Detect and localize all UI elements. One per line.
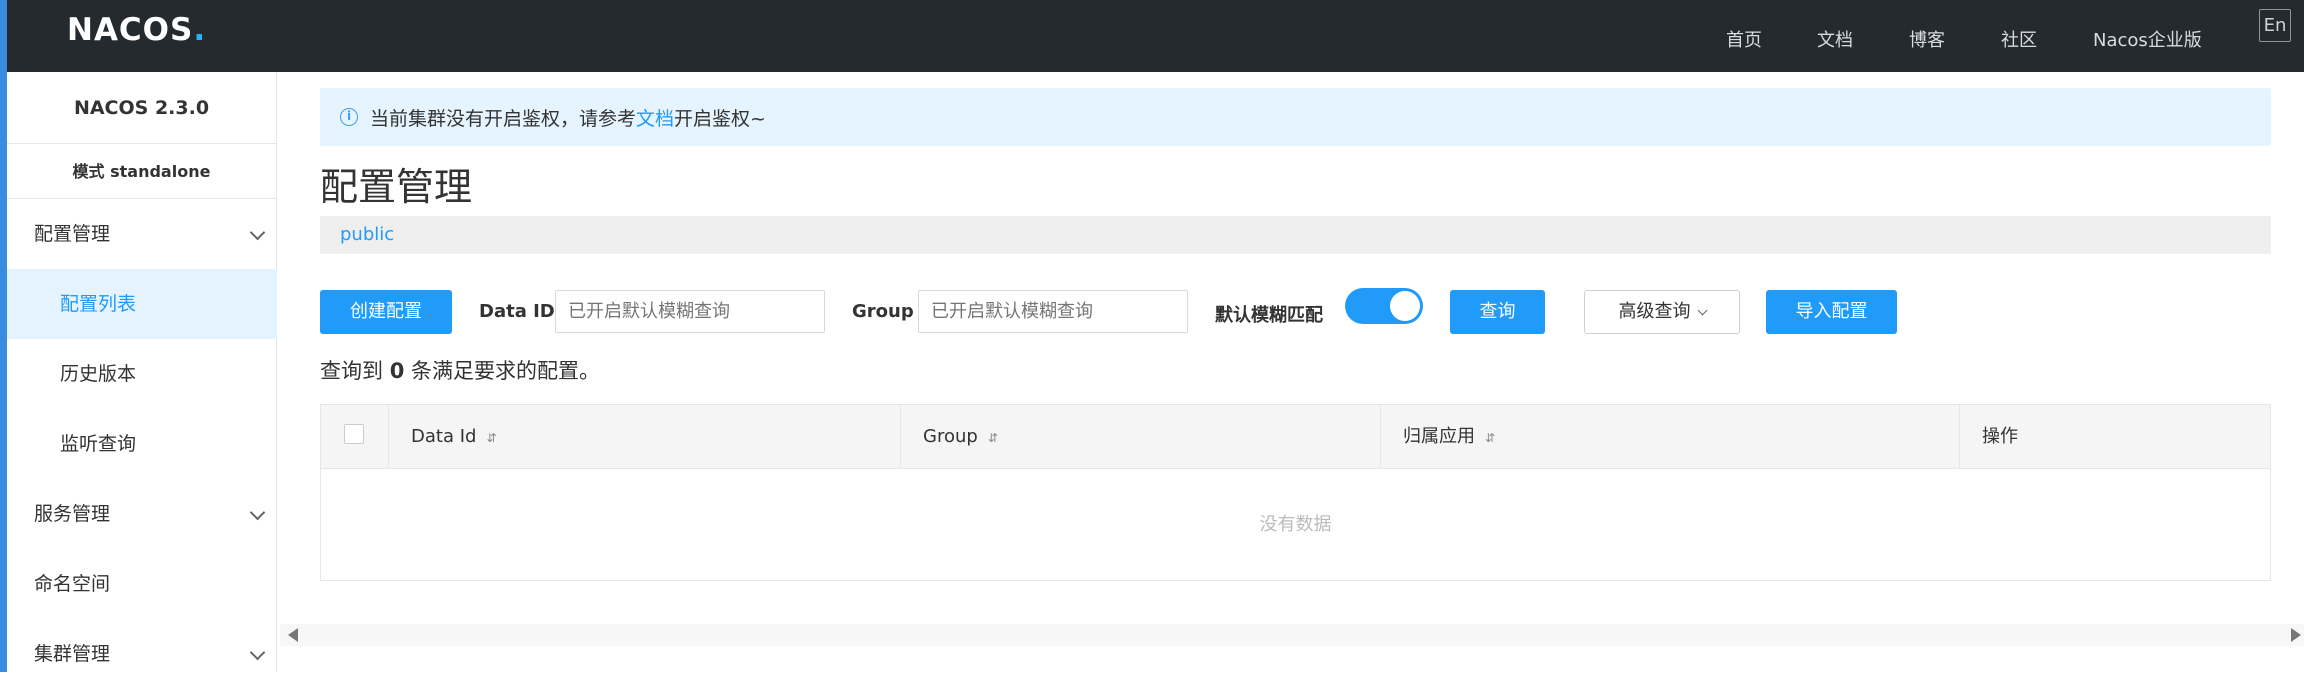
config-table: Data Id ⇵ Group ⇵ 归属应用 ⇵ 操作 没有数据 — [320, 404, 2271, 581]
nacos-logo[interactable]: NACOS. — [67, 12, 206, 48]
select-all-checkbox[interactable] — [344, 424, 364, 444]
query-button[interactable]: 查询 — [1450, 290, 1545, 334]
sidebar-item-label: 监听查询 — [60, 433, 137, 455]
notice-text: 当前集群没有开启鉴权，请参考文档开启鉴权~ — [370, 108, 766, 130]
column-data-id[interactable]: Data Id ⇵ — [389, 405, 901, 469]
fuzzy-match-label: 默认模糊匹配 — [1215, 305, 1323, 326]
namespace-public[interactable]: public — [340, 224, 394, 245]
nav-enterprise[interactable]: Nacos企业版 — [2093, 26, 2202, 52]
auth-notice: i 当前集群没有开启鉴权，请参考文档开启鉴权~ — [320, 88, 2271, 146]
sidebar-item-label: 服务管理 — [34, 503, 111, 525]
sidebar-item-label: 配置管理 — [34, 223, 111, 245]
import-config-button[interactable]: 导入配置 — [1766, 290, 1897, 334]
sidebar-item-label: 命名空间 — [34, 573, 111, 595]
table-header: Data Id ⇵ Group ⇵ 归属应用 ⇵ 操作 — [321, 405, 2270, 469]
sidebar-item-config-list[interactable]: 配置列表 — [7, 269, 277, 339]
sidebar-item-label: 配置列表 — [60, 293, 137, 315]
select-all-cell — [321, 405, 389, 469]
scroll-left-icon[interactable] — [288, 628, 298, 642]
nav-community[interactable]: 社区 — [2001, 26, 2037, 52]
group-input[interactable] — [918, 290, 1188, 333]
chevron-down-icon — [249, 504, 266, 521]
sort-icon[interactable]: ⇵ — [1485, 431, 1495, 445]
sort-icon[interactable]: ⇵ — [486, 431, 496, 445]
column-app[interactable]: 归属应用 ⇵ — [1381, 405, 1960, 469]
sidebar-item-history[interactable]: 历史版本 — [7, 339, 277, 409]
sidebar-item-cluster-management[interactable]: 集群管理 — [7, 619, 277, 689]
advanced-query-button[interactable]: 高级查询 — [1584, 290, 1740, 334]
chevron-down-icon — [249, 224, 266, 241]
sidebar-item-label: 集群管理 — [34, 643, 111, 665]
info-icon: i — [340, 108, 358, 126]
result-summary: 查询到 0 条满足要求的配置。 — [320, 359, 600, 383]
nav-home[interactable]: 首页 — [1726, 26, 1762, 52]
fuzzy-match-toggle[interactable] — [1345, 288, 1423, 324]
sidebar-mode: 模式 standalone — [7, 144, 276, 199]
toggle-knob — [1390, 291, 1420, 321]
sidebar-version: NACOS 2.3.0 — [7, 72, 276, 144]
nav-docs[interactable]: 文档 — [1817, 26, 1853, 52]
page-title: 配置管理 — [320, 165, 473, 209]
column-actions: 操作 — [1982, 426, 2018, 447]
sort-icon[interactable]: ⇵ — [988, 431, 998, 445]
table-empty-text: 没有数据 — [1259, 514, 1332, 535]
dataid-input[interactable] — [555, 290, 825, 333]
sidebar-item-config-management[interactable]: 配置管理 — [7, 199, 277, 269]
sidebar-item-service-management[interactable]: 服务管理 — [7, 479, 277, 549]
group-label: Group — [852, 301, 914, 322]
create-config-button[interactable]: 创建配置 — [320, 290, 452, 334]
sidebar: NACOS 2.3.0 模式 standalone 配置管理 配置列表 历史版本… — [0, 72, 277, 672]
language-switch-button[interactable]: En — [2259, 9, 2291, 42]
dataid-label: Data ID — [479, 301, 555, 322]
nav-blog[interactable]: 博客 — [1909, 26, 1945, 52]
namespace-bar: public — [320, 216, 2271, 254]
logo-text: NACOS — [67, 12, 194, 48]
docs-link[interactable]: 文档 — [636, 108, 674, 130]
top-header: NACOS. 首页 文档 博客 社区 Nacos企业版 En — [0, 0, 2304, 72]
scroll-right-icon[interactable] — [2291, 628, 2301, 642]
sidebar-item-listener-query[interactable]: 监听查询 — [7, 409, 277, 479]
horizontal-scrollbar[interactable] — [280, 624, 2304, 646]
sidebar-item-namespace[interactable]: 命名空间 — [7, 549, 277, 619]
sidebar-item-label: 历史版本 — [60, 363, 137, 385]
chevron-down-icon — [249, 644, 266, 661]
result-count: 0 — [389, 359, 405, 383]
logo-dot: . — [193, 12, 207, 48]
chevron-down-icon — [1697, 305, 1707, 316]
column-group[interactable]: Group ⇵ — [901, 405, 1381, 469]
